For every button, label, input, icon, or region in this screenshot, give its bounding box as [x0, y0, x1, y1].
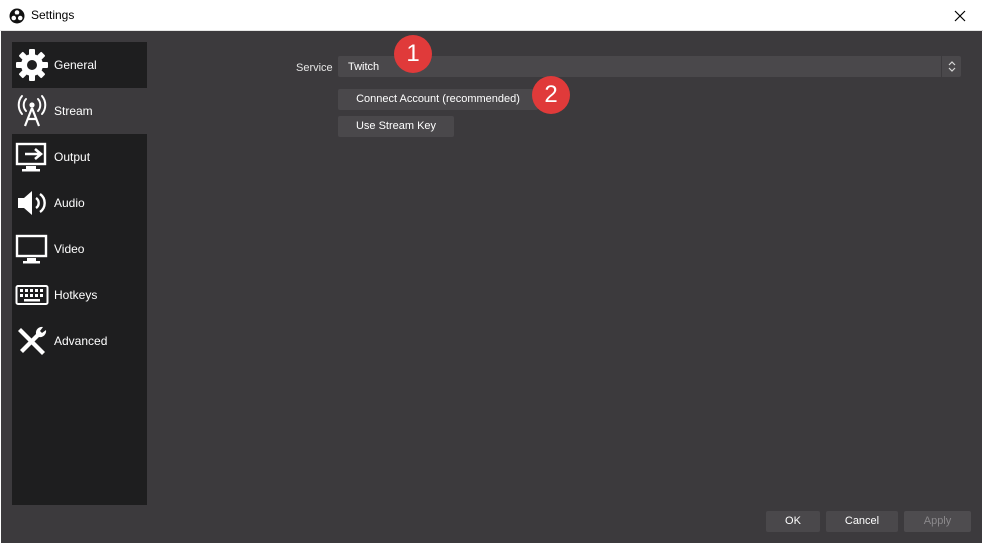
sidebar-item-label: Stream	[54, 104, 93, 118]
use-stream-key-button[interactable]: Use Stream Key	[338, 116, 454, 137]
annotation-badge-1: 1	[394, 35, 432, 73]
sidebar-item-hotkeys[interactable]: Hotkeys	[12, 272, 147, 318]
monitor-output-icon	[15, 140, 49, 174]
sidebar-item-output[interactable]: Output	[12, 134, 147, 180]
cancel-button[interactable]: Cancel	[826, 511, 898, 532]
sidebar-item-label: Audio	[54, 196, 85, 210]
sidebar-item-label: Output	[54, 150, 91, 164]
monitor-icon	[15, 232, 49, 266]
window-title: Settings	[31, 8, 75, 22]
title-bar: Settings	[0, 0, 983, 31]
apply-button[interactable]: Apply	[904, 511, 971, 532]
dropdown-arrows[interactable]	[941, 56, 961, 77]
sidebar-item-label: Hotkeys	[54, 288, 98, 302]
sidebar-item-general[interactable]: General	[12, 42, 147, 88]
connect-account-button[interactable]: Connect Account (recommended)	[338, 89, 538, 110]
sidebar-item-label: Video	[54, 242, 85, 256]
close-button[interactable]	[937, 0, 983, 31]
service-selected-value: Twitch	[348, 61, 380, 73]
sidebar-item-label: General	[54, 58, 97, 72]
settings-content: General Stream Output Audio Video Hotkey…	[1, 31, 982, 543]
broadcast-antenna-icon	[15, 94, 49, 128]
obs-logo-icon	[9, 8, 25, 24]
close-icon	[954, 10, 966, 22]
sidebar-item-stream[interactable]: Stream	[12, 88, 147, 134]
annotation-badge-2: 2	[532, 76, 570, 114]
settings-sidebar: General Stream Output Audio Video Hotkey…	[12, 42, 147, 505]
gear-icon	[15, 48, 49, 82]
sidebar-item-audio[interactable]: Audio	[12, 180, 147, 226]
chevron-up-down-icon	[948, 61, 956, 72]
service-label: Service	[296, 62, 333, 74]
keyboard-icon	[15, 278, 49, 312]
service-dropdown[interactable]: Twitch	[338, 56, 961, 77]
sidebar-item-advanced[interactable]: Advanced	[12, 318, 147, 364]
tools-icon	[15, 324, 49, 358]
ok-button[interactable]: OK	[766, 511, 820, 532]
speaker-icon	[15, 186, 49, 220]
sidebar-item-label: Advanced	[54, 334, 108, 348]
sidebar-item-video[interactable]: Video	[12, 226, 147, 272]
